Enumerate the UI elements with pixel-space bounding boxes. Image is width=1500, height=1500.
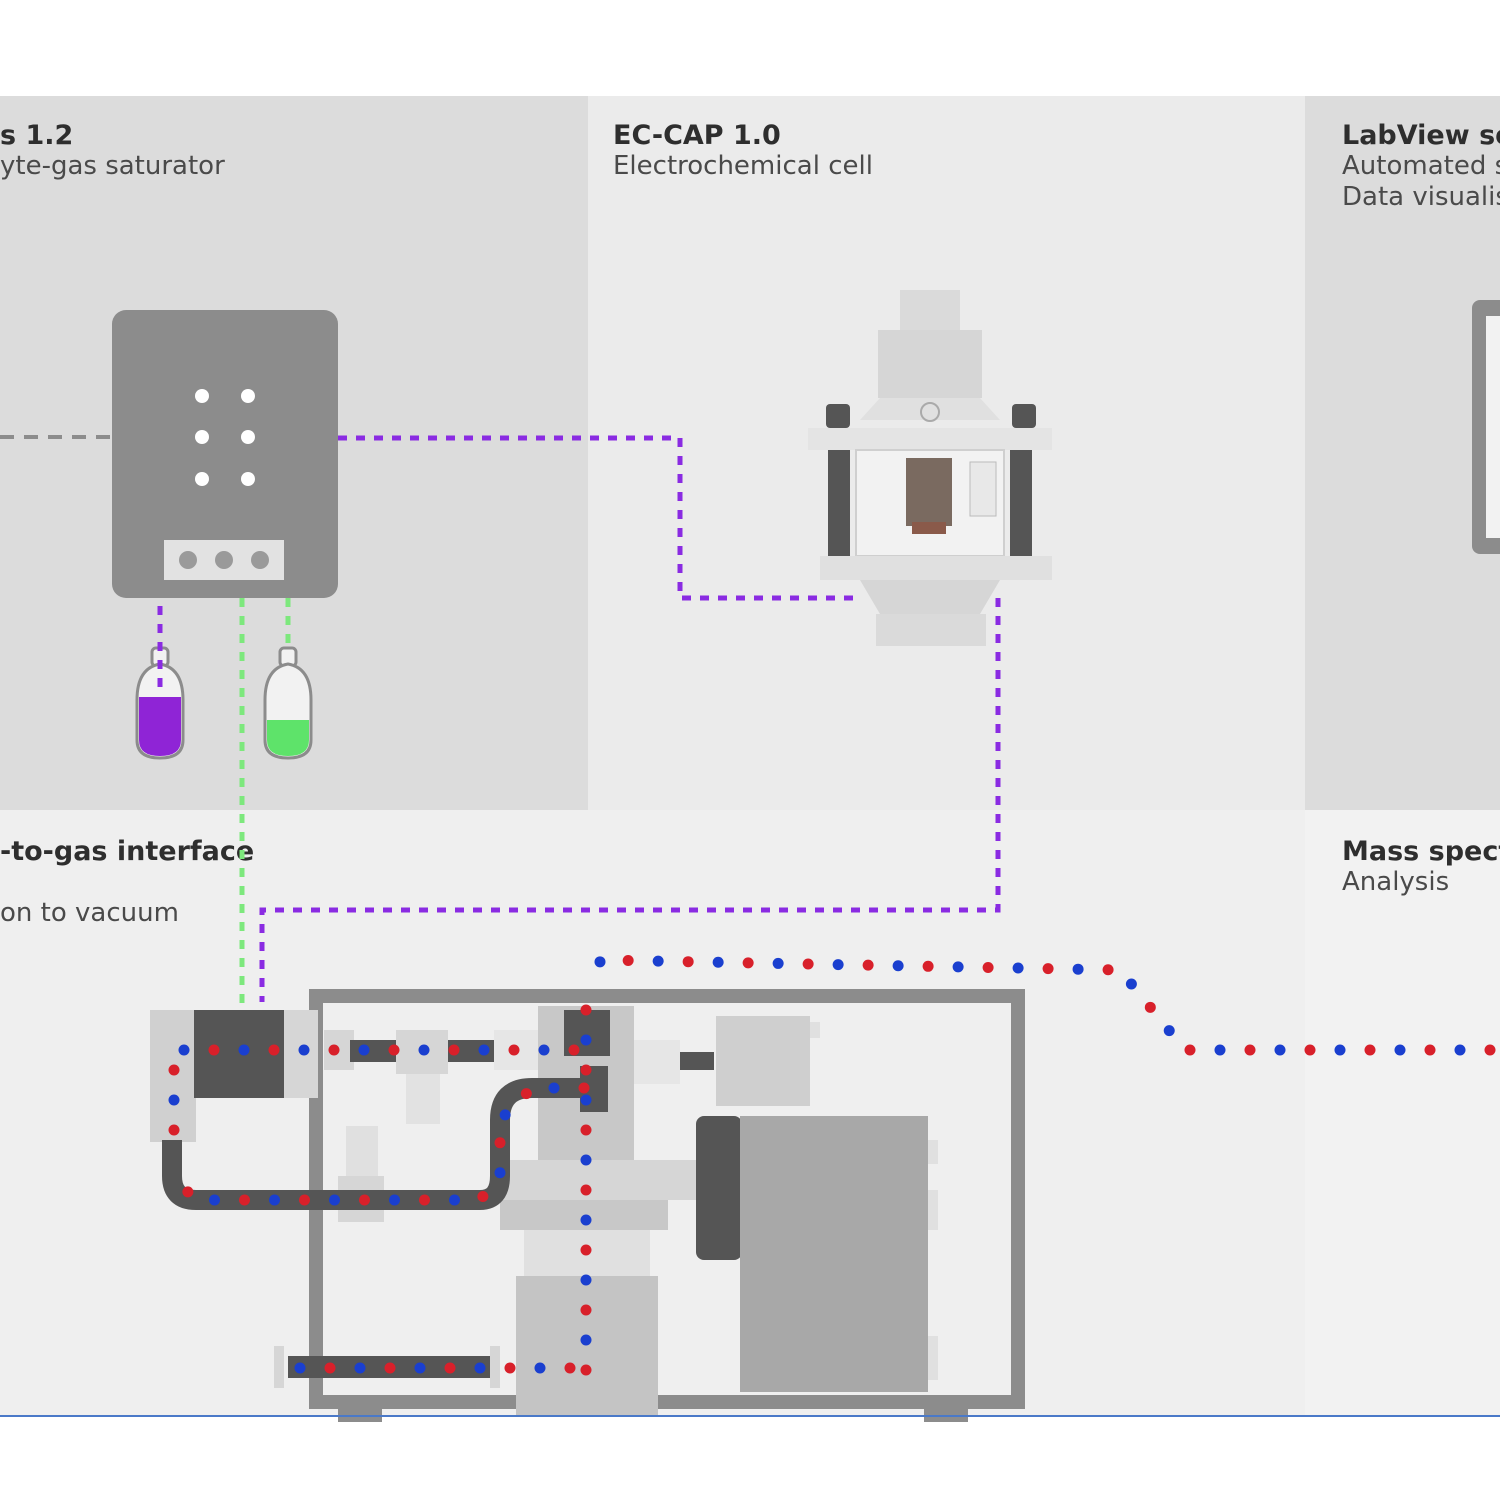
molecule-dot [388, 1194, 400, 1206]
molecule-dot [1334, 1044, 1346, 1056]
molecule-dot [168, 1094, 180, 1106]
molecule-dot [358, 1044, 370, 1056]
molecule-dot [448, 1044, 460, 1056]
molecule-dot [1184, 1044, 1196, 1056]
molecule-dot [354, 1362, 366, 1374]
green-bottle-icon [263, 646, 313, 760]
molecule-dot [448, 1194, 460, 1206]
molecule-dot [892, 960, 904, 972]
saturator-device [112, 310, 338, 598]
molecule-dot [328, 1044, 340, 1056]
molecule-dot [520, 1088, 532, 1100]
molecule-dot [298, 1044, 310, 1056]
molecule-dot [1012, 962, 1024, 974]
molecule-dot [952, 961, 964, 973]
molecule-dot [1394, 1044, 1406, 1056]
molecule-dot [742, 957, 754, 969]
molecule-dot [1454, 1044, 1466, 1056]
molecule-dot [1144, 1001, 1156, 1013]
molecule-dot [578, 1082, 590, 1094]
molecule-dot [494, 1137, 506, 1149]
molecule-dot [268, 1044, 280, 1056]
molecule-dot [922, 960, 934, 972]
molecule-dot [1102, 964, 1114, 976]
molecule-dot [568, 1044, 580, 1056]
molecule-dot [548, 1082, 560, 1094]
molecule-dot [580, 1154, 592, 1166]
molecule-dot [238, 1194, 250, 1206]
molecule-dot [1244, 1044, 1256, 1056]
molecule-dot [178, 1044, 190, 1056]
molecule-dot [580, 1064, 592, 1076]
molecule-dot [1304, 1044, 1316, 1056]
molecule-dot [168, 1124, 180, 1136]
molecule-dot [384, 1362, 396, 1374]
molecule-dot [580, 1334, 592, 1346]
molecule-dot [268, 1194, 280, 1206]
labview-monitor-icon [1472, 300, 1500, 554]
molecule-dot [208, 1044, 220, 1056]
setup-diagram [0, 290, 1500, 1422]
molecule-dot [418, 1044, 430, 1056]
molecule-dot [772, 957, 784, 969]
molecule-dot [418, 1194, 430, 1206]
molecule-dot [862, 959, 874, 971]
molecule-dot [564, 1362, 576, 1374]
molecule-dot [580, 1244, 592, 1256]
molecule-dot [534, 1362, 546, 1374]
molecule-dot [982, 961, 994, 973]
molecule-dot [294, 1362, 306, 1374]
ec-cap-cell-icon [808, 290, 1052, 646]
molecule-dot [499, 1109, 511, 1121]
molecule-dot [504, 1362, 516, 1374]
molecule-dot [580, 1124, 592, 1136]
molecule-dot [580, 1184, 592, 1196]
molecule-dot [478, 1044, 490, 1056]
molecule-dot [538, 1044, 550, 1056]
molecule-dot [388, 1044, 400, 1056]
molecule-dot [580, 1094, 592, 1106]
molecule-dot [182, 1186, 194, 1198]
molecule-dot [594, 956, 606, 968]
molecule-dot [1484, 1044, 1496, 1056]
molecule-dot [1072, 963, 1084, 975]
molecule-dot [712, 956, 724, 968]
molecule-dot [622, 955, 634, 967]
molecule-dot [580, 1214, 592, 1226]
molecule-dot [328, 1194, 340, 1206]
molecule-dot [474, 1362, 486, 1374]
molecule-dot [1274, 1044, 1286, 1056]
molecule-dot [580, 1004, 592, 1016]
interface-components [150, 1006, 938, 1416]
molecule-dot [580, 1364, 592, 1376]
molecule-dot [358, 1194, 370, 1206]
molecule-dot [494, 1167, 506, 1179]
molecule-dot [414, 1362, 426, 1374]
molecule-dot [1042, 963, 1054, 975]
molecule-dot [580, 1304, 592, 1316]
molecule-dot [208, 1194, 220, 1206]
molecule-dot [1125, 978, 1137, 990]
molecule-dot [477, 1191, 489, 1203]
molecule-dot [652, 955, 664, 967]
molecule-dot [238, 1044, 250, 1056]
molecule-dot [580, 1274, 592, 1286]
molecule-dot [802, 958, 814, 970]
molecule-dot [1163, 1025, 1175, 1037]
molecule-dot [580, 1034, 592, 1046]
molecule-dot [832, 959, 844, 971]
molecule-dot [508, 1044, 520, 1056]
molecule-dot [682, 956, 694, 968]
molecule-dot [168, 1064, 180, 1076]
molecule-dot [1214, 1044, 1226, 1056]
molecule-dot [324, 1362, 336, 1374]
molecule-dot [298, 1194, 310, 1206]
molecule-dot [1424, 1044, 1436, 1056]
molecule-dot [444, 1362, 456, 1374]
molecule-dot [1364, 1044, 1376, 1056]
